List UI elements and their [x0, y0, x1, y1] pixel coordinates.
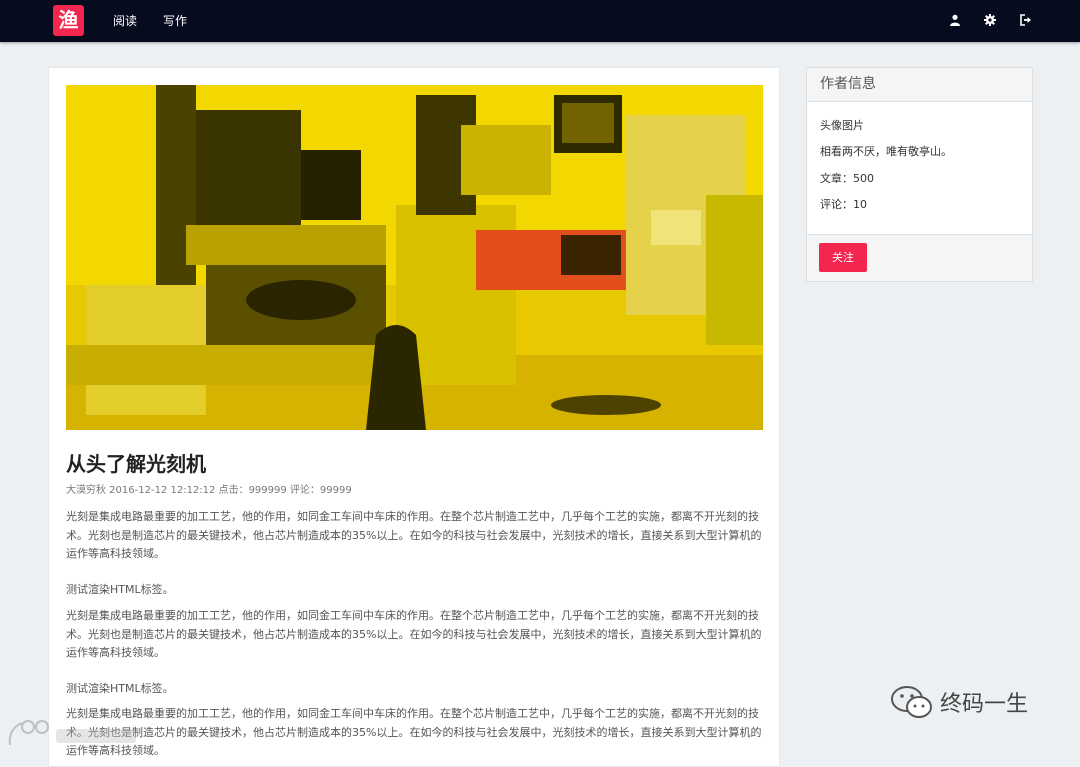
article-meta: 大漠穷秋 2016-12-12 12:12:12 点击：999999 评论：99… [66, 485, 352, 496]
author-motto: 相看两不厌，唯有敬亭山。 [820, 145, 952, 158]
article-test-line: 测试渲染HTML标签。 [66, 682, 174, 695]
article-test-line: 测试渲染HTML标签。 [66, 583, 174, 596]
author-comment-count: 评论：10 [820, 198, 867, 211]
wechat-icon [891, 686, 932, 718]
author-article-count: 文章：500 [820, 172, 874, 185]
wechat-watermark: 终码一生 [890, 683, 1060, 723]
panel-footer: 关注 [807, 234, 1032, 281]
nav-link-write[interactable]: 写作 [163, 0, 187, 42]
nav-link-read[interactable]: 阅读 [113, 0, 137, 42]
article-paragraph: 光刻是集成电路最重要的加工工艺，他的作用，如同金工车间中车床的作用。在整个芯片制… [66, 707, 762, 757]
gear-icon[interactable] [984, 14, 996, 26]
user-icon[interactable] [949, 14, 961, 26]
article-title: 从头了解光刻机 [66, 452, 206, 476]
article-paragraph: 光刻是集成电路最重要的加工工艺，他的作用，如同金工车间中车床的作用。在整个芯片制… [66, 510, 762, 560]
sign-out-icon[interactable] [1020, 14, 1032, 26]
site-logo[interactable]: 渔 [53, 5, 84, 36]
article-paragraph: 光刻是集成电路最重要的加工工艺，他的作用，如同金工车间中车床的作用。在整个芯片制… [66, 609, 762, 659]
panel-title: 作者信息 [807, 68, 1032, 102]
article-hero-image [66, 85, 763, 430]
author-info-panel: 作者信息 头像图片 相看两不厌，唯有敬亭山。 文章：500 评论：10 关注 [806, 67, 1033, 282]
follow-button[interactable]: 关注 [819, 243, 867, 272]
watermark-text: 终码一生 [940, 692, 1029, 717]
corner-logo-watermark [8, 720, 136, 746]
article-card: 从头了解光刻机 大漠穷秋 2016-12-12 12:12:12 点击：9999… [48, 67, 780, 767]
top-navbar: 渔 阅读 写作 [0, 0, 1080, 42]
avatar-image-label: 头像图片 [820, 119, 864, 132]
